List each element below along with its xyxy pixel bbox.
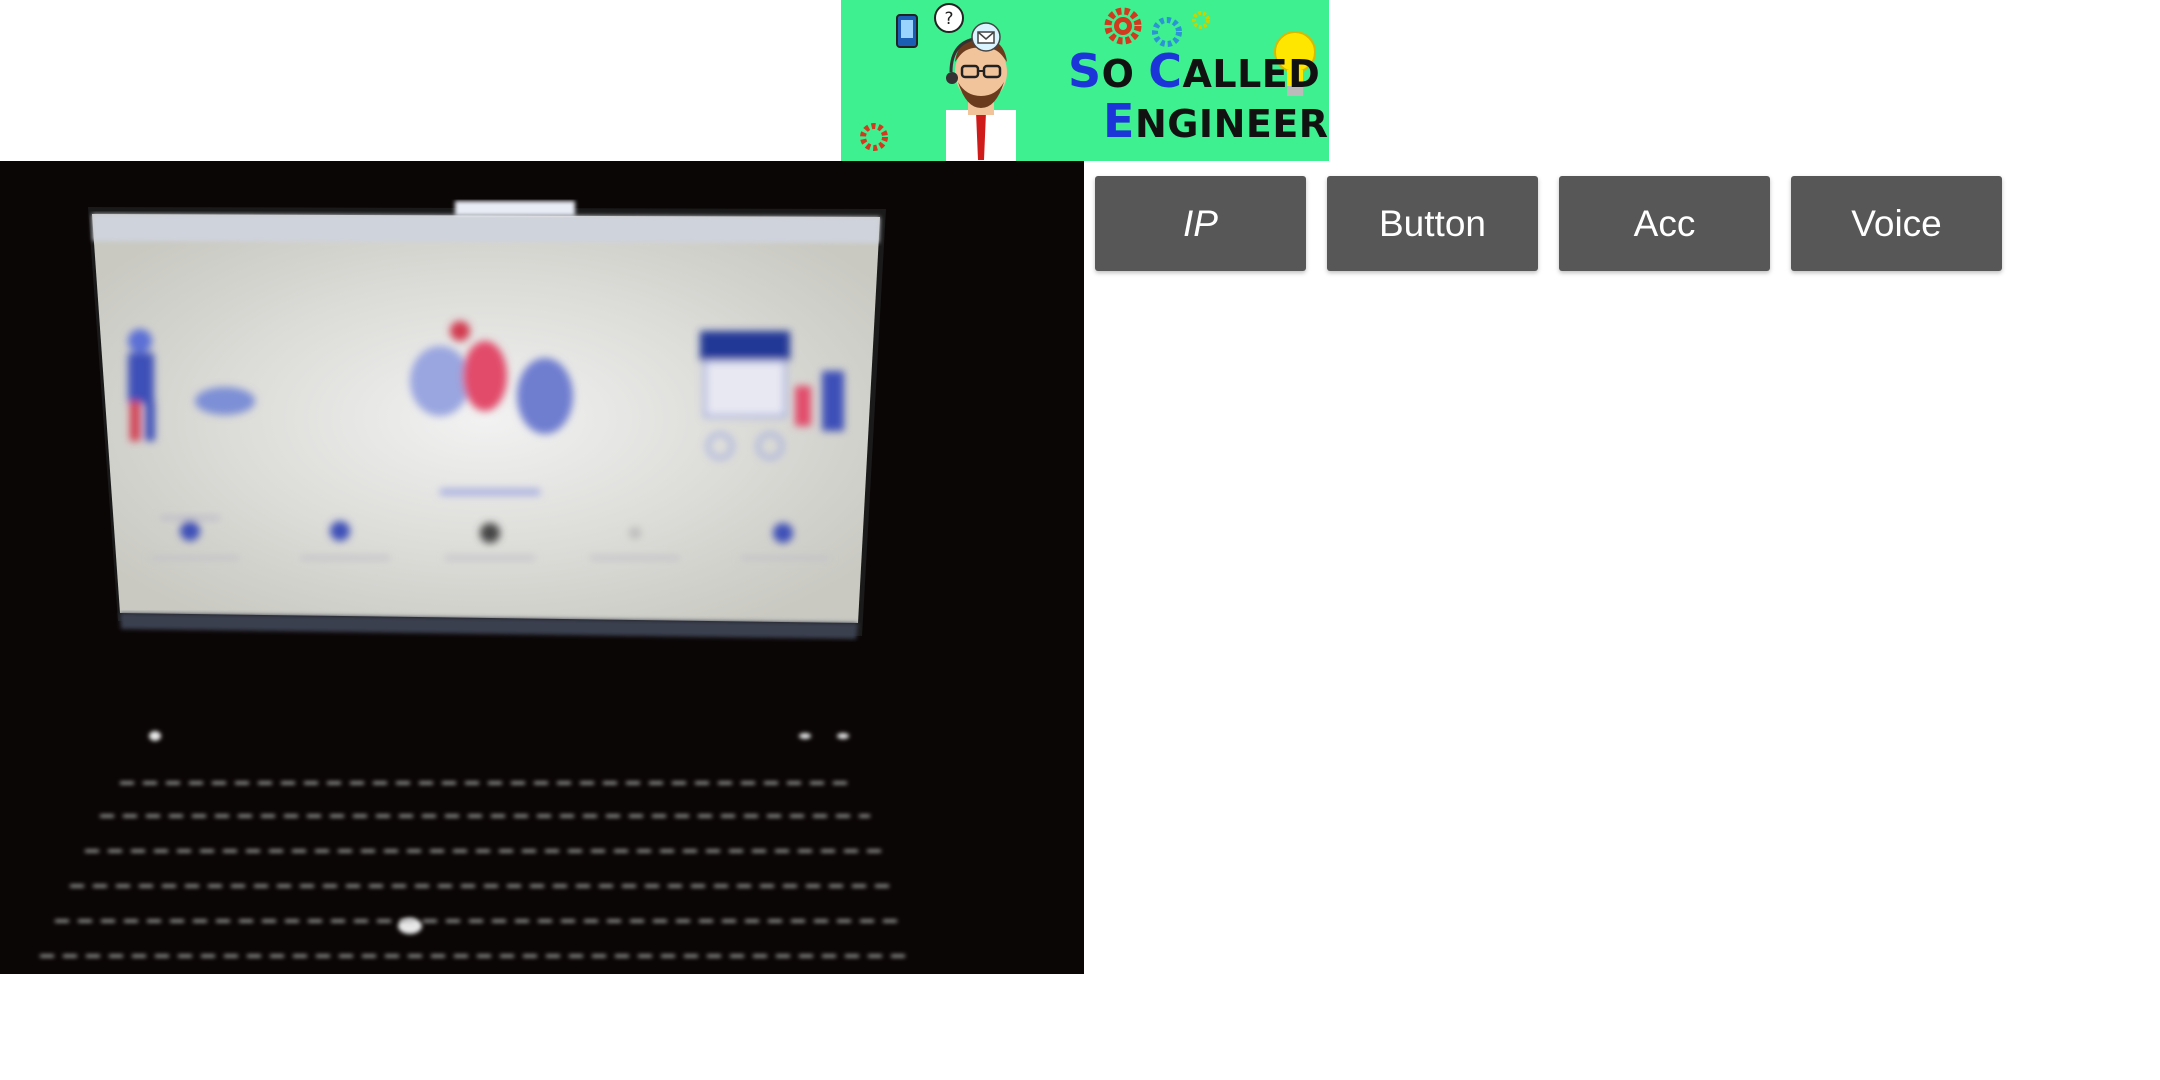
gear-icon — [1104, 7, 1142, 45]
brand-title-line2: ENGINEERS — [1103, 94, 1329, 148]
voice-button[interactable]: Voice — [1791, 176, 2002, 271]
ip-button[interactable]: IP — [1095, 176, 1306, 271]
envelope-icon — [971, 22, 1001, 52]
acc-button[interactable]: Acc — [1559, 176, 1770, 271]
gear-icon — [860, 123, 888, 151]
question-bubble-icon: ? — [934, 3, 964, 33]
phone-icon — [896, 14, 918, 48]
brand-title-line1: SO CALLED — [1068, 44, 1321, 98]
laptop-photo — [40, 201, 910, 958]
gear-icon — [1192, 11, 1210, 29]
svg-text:?: ? — [944, 9, 953, 29]
brand-banner: ? SO CALLED ENGINEERS — [841, 0, 1329, 161]
camera-feed — [0, 161, 1084, 974]
button-button[interactable]: Button — [1327, 176, 1538, 271]
